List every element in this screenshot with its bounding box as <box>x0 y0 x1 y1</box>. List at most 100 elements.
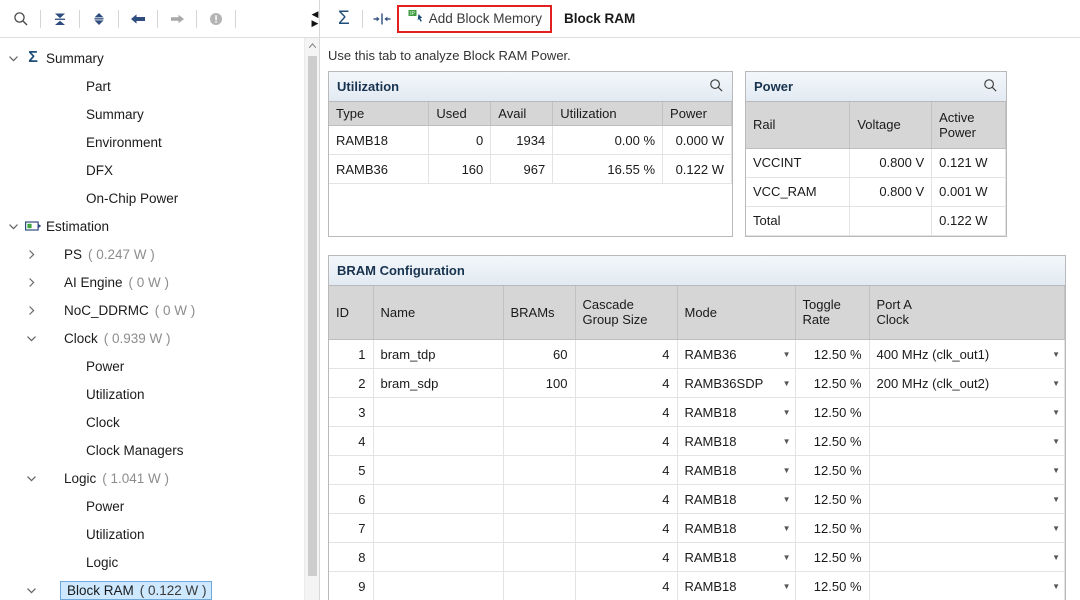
tree-item-on-chip-power[interactable]: On-Chip Power <box>0 184 319 212</box>
chevron-down-icon[interactable]: ▼ <box>1044 495 1060 504</box>
chevron-down-icon[interactable]: ▼ <box>1044 524 1060 533</box>
table-row[interactable]: 6 4 RAMB18 ▼ 12.50 % ▼ <box>329 484 1065 514</box>
mode-dropdown[interactable]: RAMB36SDP ▼ <box>677 368 796 398</box>
brams-count-cell[interactable] <box>503 513 576 543</box>
search-icon[interactable] <box>709 78 724 96</box>
table-row[interactable]: VCCINT 0.800 V 0.121 W <box>746 148 1006 178</box>
chevron-down-icon[interactable]: ▼ <box>775 379 791 388</box>
info-circle-icon[interactable] <box>201 4 231 34</box>
chevron-down-icon[interactable]: ▼ <box>775 408 791 417</box>
tree-item-environment[interactable]: Environment <box>0 128 319 156</box>
cascade-group-size-cell[interactable]: 4 <box>575 513 678 543</box>
tree-item-noc-ddrmc[interactable]: NoC_DDRMC ( 0 W ) <box>0 296 319 324</box>
bram-name-cell[interactable] <box>373 484 504 514</box>
tree-item-clock-managers[interactable]: Clock Managers <box>0 436 319 464</box>
mode-dropdown[interactable]: RAMB18 ▼ <box>677 455 796 485</box>
forward-arrow-icon[interactable] <box>162 4 192 34</box>
chevron-down-icon[interactable]: ▼ <box>1044 350 1060 359</box>
splitter-right-arrow-icon[interactable]: ▶ <box>312 19 319 28</box>
cascade-group-size-cell[interactable]: 4 <box>575 571 678 600</box>
chevron-down-icon[interactable] <box>22 324 40 352</box>
bram-name-cell[interactable] <box>373 426 504 456</box>
bram-name-cell[interactable]: bram_tdp <box>373 339 504 369</box>
chevron-down-icon[interactable]: ▼ <box>775 350 791 359</box>
tree-item-power[interactable]: Power <box>0 352 319 380</box>
chevron-down-icon[interactable]: ▼ <box>1044 408 1060 417</box>
tree-item-clock[interactable]: Clock ( 0.939 W ) <box>0 324 319 352</box>
table-row[interactable]: 1 bram_tdp 60 4 RAMB36 ▼ 12.50 % 400 MHz (clk_o… <box>329 339 1065 369</box>
chevron-down-icon[interactable] <box>22 464 40 492</box>
cascade-group-size-cell[interactable]: 4 <box>575 397 678 427</box>
tree-item-utilization[interactable]: Utilization <box>0 380 319 408</box>
chevron-down-icon[interactable]: ▼ <box>775 437 791 446</box>
mode-dropdown[interactable]: RAMB18 ▼ <box>677 571 796 600</box>
sigma-icon[interactable]: Σ <box>330 8 358 30</box>
table-row[interactable]: 9 4 RAMB18 ▼ 12.50 % ▼ <box>329 571 1065 600</box>
cascade-group-size-cell[interactable]: 4 <box>575 542 678 572</box>
mode-dropdown[interactable]: RAMB36 ▼ <box>677 339 796 369</box>
toggle-rate-cell[interactable]: 12.50 % <box>795 397 870 427</box>
tree-item-summary[interactable]: Σ Summary <box>0 44 319 72</box>
table-row[interactable]: 4 4 RAMB18 ▼ 12.50 % ▼ <box>329 426 1065 456</box>
chevron-down-icon[interactable] <box>4 212 22 240</box>
mode-dropdown[interactable]: RAMB18 ▼ <box>677 426 796 456</box>
add-block-memory-button[interactable]: IP Add Block Memory <box>396 4 553 33</box>
chevron-right-icon[interactable] <box>22 240 40 268</box>
chevron-down-icon[interactable]: ▼ <box>1044 553 1060 562</box>
port-a-clock-dropdown[interactable]: ▼ <box>869 571 1065 600</box>
toggle-rate-cell[interactable]: 12.50 % <box>795 426 870 456</box>
mode-dropdown[interactable]: RAMB18 ▼ <box>677 542 796 572</box>
mode-dropdown[interactable]: RAMB18 ▼ <box>677 513 796 543</box>
toggle-rate-cell[interactable]: 12.50 % <box>795 542 870 572</box>
tree-item-logic[interactable]: Logic <box>0 548 319 576</box>
table-row[interactable]: RAMB36 160 967 16.55 % 0.122 W <box>329 154 732 184</box>
search-icon[interactable] <box>983 78 998 96</box>
chevron-down-icon[interactable] <box>4 44 22 72</box>
chevron-down-icon[interactable]: ▼ <box>1044 466 1060 475</box>
bram-name-cell[interactable]: bram_sdp <box>373 368 504 398</box>
toggle-rate-cell[interactable]: 12.50 % <box>795 513 870 543</box>
table-row[interactable]: 5 4 RAMB18 ▼ 12.50 % ▼ <box>329 455 1065 485</box>
chevron-right-icon[interactable] <box>22 296 40 324</box>
chevron-down-icon[interactable]: ▼ <box>775 582 791 591</box>
panel-splitter[interactable]: ◀ ▶ <box>310 0 320 38</box>
brams-count-cell[interactable]: 60 <box>503 339 576 369</box>
bram-name-cell[interactable] <box>373 455 504 485</box>
bram-name-cell[interactable] <box>373 397 504 427</box>
expand-all-icon[interactable] <box>84 4 114 34</box>
brams-count-cell[interactable] <box>503 484 576 514</box>
tree-item-dfx[interactable]: DFX <box>0 156 319 184</box>
mode-dropdown[interactable]: RAMB18 ▼ <box>677 397 796 427</box>
port-a-clock-dropdown[interactable]: ▼ <box>869 426 1065 456</box>
port-a-clock-dropdown[interactable]: ▼ <box>869 513 1065 543</box>
table-row[interactable]: 7 4 RAMB18 ▼ 12.50 % ▼ <box>329 513 1065 543</box>
toggle-rate-cell[interactable]: 12.50 % <box>795 571 870 600</box>
chevron-down-icon[interactable]: ▼ <box>775 524 791 533</box>
tree-item-clock[interactable]: Clock <box>0 408 319 436</box>
tree-item-ps[interactable]: PS ( 0.247 W ) <box>0 240 319 268</box>
port-a-clock-dropdown[interactable]: 400 MHz (clk_out1) ▼ <box>869 339 1065 369</box>
brams-count-cell[interactable] <box>503 542 576 572</box>
mode-dropdown[interactable]: RAMB18 ▼ <box>677 484 796 514</box>
tree-item-block-ram[interactable]: Block RAM ( 0.122 W ) <box>0 576 319 600</box>
chevron-right-icon[interactable] <box>22 268 40 296</box>
chevron-down-icon[interactable] <box>22 576 40 600</box>
chevron-down-icon[interactable]: ▼ <box>775 466 791 475</box>
brams-count-cell[interactable] <box>503 571 576 600</box>
split-view-icon[interactable] <box>367 4 397 34</box>
toggle-rate-cell[interactable]: 12.50 % <box>795 455 870 485</box>
table-row[interactable]: VCC_RAM 0.800 V 0.001 W <box>746 177 1006 207</box>
table-row[interactable]: 8 4 RAMB18 ▼ 12.50 % ▼ <box>329 542 1065 572</box>
brams-count-cell[interactable] <box>503 426 576 456</box>
table-row[interactable]: RAMB18 0 1934 0.00 % 0.000 W <box>329 125 732 155</box>
port-a-clock-dropdown[interactable]: ▼ <box>869 542 1065 572</box>
tree-item-estimation[interactable]: Estimation <box>0 212 319 240</box>
cascade-group-size-cell[interactable]: 4 <box>575 426 678 456</box>
bram-name-cell[interactable] <box>373 571 504 600</box>
cascade-group-size-cell[interactable]: 4 <box>575 484 678 514</box>
tree-item-logic[interactable]: Logic ( 1.041 W ) <box>0 464 319 492</box>
table-row[interactable]: Total 0.122 W <box>746 206 1006 236</box>
tree-item-power[interactable]: Power <box>0 492 319 520</box>
tree-item-utilization[interactable]: Utilization <box>0 520 319 548</box>
collapse-all-icon[interactable] <box>45 4 75 34</box>
